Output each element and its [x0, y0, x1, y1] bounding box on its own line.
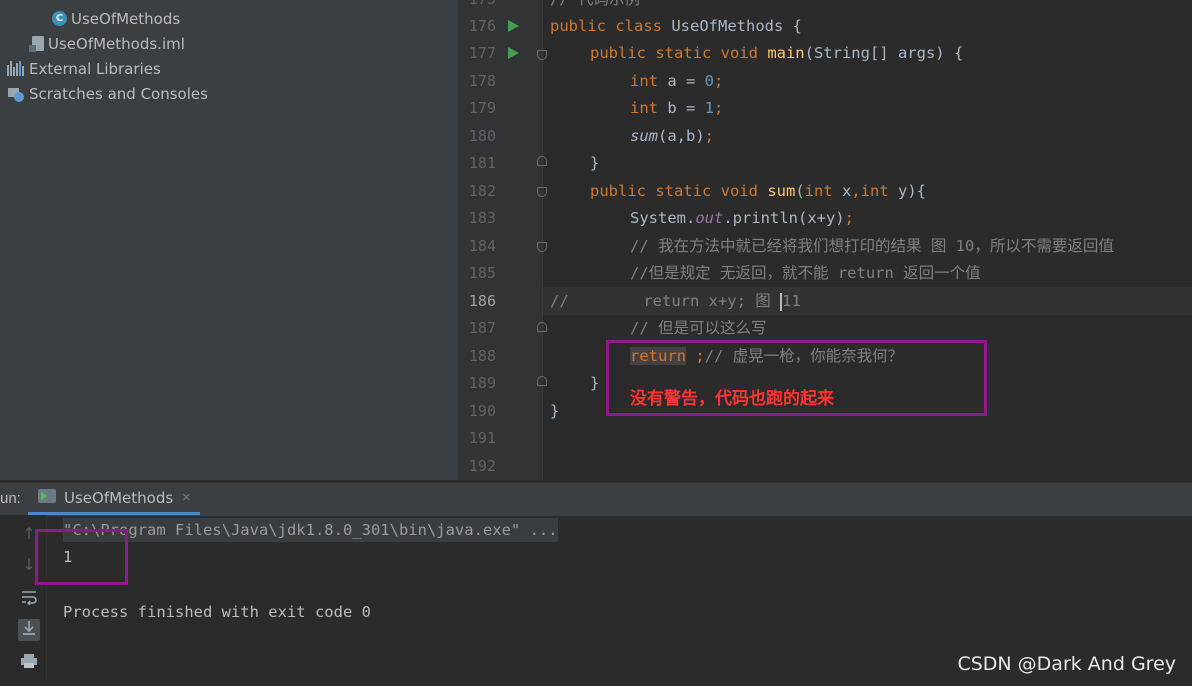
code-token: sum — [630, 127, 658, 145]
line-number: 182 — [468, 182, 496, 200]
tree-item-external-libraries[interactable]: External Libraries — [7, 56, 161, 81]
line-number: 185 — [468, 264, 496, 282]
code-line-178[interactable]: int a = 0; — [630, 68, 723, 95]
code-token: int — [860, 182, 898, 200]
line-number: 192 — [468, 457, 496, 475]
code-token: ; — [714, 72, 724, 90]
line-number: 187 — [468, 319, 496, 337]
code-token: return x+y; 图 — [568, 292, 781, 310]
code-token: int — [630, 99, 668, 117]
tree-item-label: UseOfMethods.iml — [48, 34, 185, 53]
code-line-182[interactable]: public static void sum(int x,int y){ — [590, 178, 926, 205]
code-token: ; — [714, 99, 724, 117]
code-line-185[interactable]: //但是规定 无返回，就不能 return 返回一个值 — [630, 260, 981, 287]
tree-item-label: UseOfMethods — [71, 9, 181, 28]
code-token: int — [804, 182, 842, 200]
code-line-184[interactable]: // 我在方法中就已经将我们想打印的结果 图 10，所以不需要返回值 — [630, 233, 1114, 260]
code-token: (String[] args) { — [804, 44, 964, 62]
code-line-187[interactable]: // 但是可以这么写 — [630, 315, 767, 342]
code-token: 1 — [704, 99, 714, 117]
run-class-icon[interactable] — [508, 20, 519, 32]
tree-item-useofmethods-class[interactable]: C UseOfMethods — [52, 6, 180, 31]
code-token: x — [841, 182, 852, 200]
annotation-note: 没有警告，代码也跑的起来 — [630, 389, 834, 409]
code-token: public static void — [590, 182, 768, 200]
fold-collapse-icon[interactable] — [537, 242, 547, 252]
scratches-icon — [7, 86, 25, 102]
fold-expand-icon[interactable] — [537, 376, 547, 386]
code-token: public class — [550, 17, 672, 35]
run-config-icon — [38, 489, 56, 503]
code-token: a = — [667, 72, 705, 90]
code-line-190[interactable]: } — [550, 398, 559, 425]
line-number: 178 — [468, 72, 496, 90]
code-line-186[interactable]: // return x+y; 图 11 — [550, 288, 801, 315]
libraries-icon — [7, 61, 25, 76]
console-exit-message: Process finished with exit code 0 — [63, 603, 371, 621]
output-highlight-box — [35, 529, 128, 585]
line-number: 177 — [468, 44, 496, 62]
code-token: UseOfMethods — [671, 17, 784, 35]
line-number: 189 — [468, 374, 496, 392]
project-tree-panel: C UseOfMethods UseOfMethods.iml External… — [0, 0, 458, 480]
code-token: 11 — [782, 292, 801, 310]
run-main-icon[interactable] — [508, 47, 519, 59]
line-number: 180 — [468, 127, 496, 145]
fold-collapse-icon[interactable] — [537, 187, 547, 197]
watermark: CSDN @Dark And Grey — [957, 653, 1176, 675]
code-token: int — [630, 72, 668, 90]
line-number: 176 — [468, 17, 496, 35]
code-line-180[interactable]: sum(a,b); — [630, 123, 714, 150]
code-line-181[interactable]: } — [590, 150, 599, 177]
line-number: 175 — [460, 0, 496, 13]
tree-item-label: Scratches and Consoles — [29, 84, 208, 103]
print-icon[interactable] — [18, 653, 40, 675]
fold-expand-icon[interactable] — [537, 322, 547, 332]
code-token: .println(x+y) — [723, 209, 845, 227]
code-token: ; — [704, 127, 715, 145]
fold-guide — [542, 0, 543, 480]
line-number: 184 — [468, 237, 496, 255]
code-token: main — [767, 44, 805, 62]
line-number: 183 — [468, 209, 496, 227]
line-number: 181 — [468, 154, 496, 172]
java-class-icon: C — [52, 11, 67, 26]
iml-file-icon — [29, 36, 44, 52]
code-line-176[interactable]: public class UseOfMethods { — [550, 13, 802, 40]
code-token: { — [783, 17, 802, 35]
run-panel-label: un: — [0, 490, 21, 507]
code-token: public static void — [590, 44, 768, 62]
code-token: 0 — [704, 72, 714, 90]
tree-item-iml-file[interactable]: UseOfMethods.iml — [29, 31, 185, 56]
code-token: ; — [844, 209, 854, 227]
tree-item-label: External Libraries — [29, 59, 161, 78]
code-token: ( — [795, 182, 805, 200]
line-number: 179 — [468, 99, 496, 117]
code-token: sum — [767, 182, 796, 200]
code-line-177[interactable]: public static void main(String[] args) { — [590, 40, 963, 67]
code-token: System. — [630, 209, 696, 227]
code-token: y){ — [898, 182, 926, 200]
code-token: out — [695, 209, 724, 227]
line-number: 188 — [468, 347, 496, 365]
code-token: b = — [667, 99, 705, 117]
fold-collapse-icon[interactable] — [537, 50, 547, 60]
line-number: 190 — [468, 402, 496, 420]
code-line-183[interactable]: System.out.println(x+y); — [630, 205, 854, 232]
soft-wrap-icon[interactable] — [18, 589, 40, 611]
code-token: // — [550, 292, 569, 310]
run-tab-title[interactable]: UseOfMethods — [64, 489, 173, 507]
code-line-189[interactable]: } — [590, 370, 599, 397]
line-number: 191 — [468, 429, 496, 447]
scroll-to-end-icon[interactable] — [18, 619, 40, 641]
close-icon[interactable]: × — [182, 489, 191, 506]
tree-item-scratches[interactable]: Scratches and Consoles — [7, 81, 208, 106]
code-line-179[interactable]: int b = 1; — [630, 95, 723, 122]
console-command-line: "C:\Program Files\Java\jdk1.8.0_301\bin\… — [63, 518, 558, 542]
code-token: (a,b) — [658, 127, 705, 145]
fold-expand-icon[interactable] — [537, 156, 547, 166]
code-line-partial: // 代码示例 — [550, 0, 640, 13]
line-number-current: 186 — [468, 292, 496, 310]
code-token: , — [851, 182, 861, 200]
